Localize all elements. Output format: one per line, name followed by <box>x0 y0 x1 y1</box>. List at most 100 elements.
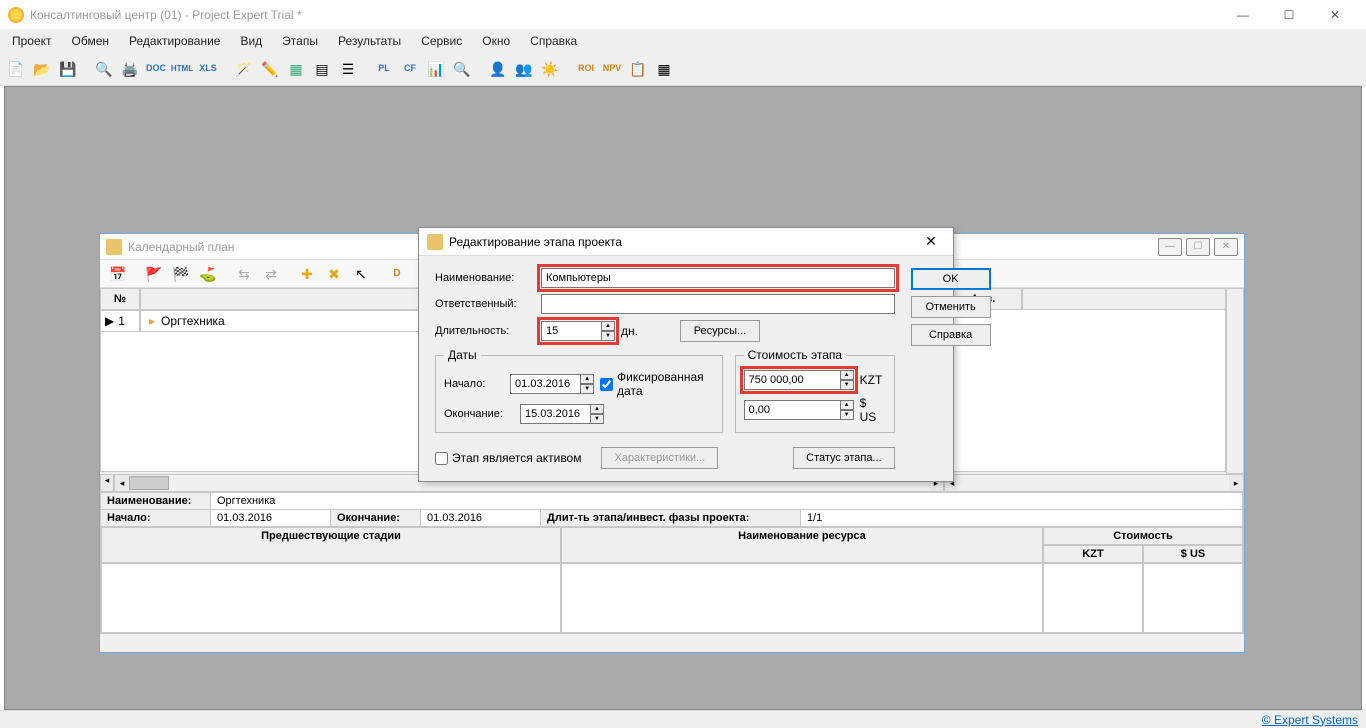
mdi-workspace: Календарный план — ☐ ✕ 📅 🚩 🏁 ⛳ ⇆ ⇄ ✚ ✖ ↖… <box>4 86 1362 710</box>
tb-print-icon[interactable]: 🖨️ <box>118 57 142 81</box>
end-input[interactable] <box>520 404 590 424</box>
window-maximize[interactable]: ☐ <box>1266 0 1312 30</box>
cost-kzt-input[interactable] <box>744 370 840 390</box>
tb-bs-icon[interactable]: 📊 <box>424 57 448 81</box>
name-label: Наименование: <box>435 272 535 284</box>
start-spinner[interactable]: ▲▼ <box>510 374 594 394</box>
det-name-label: Наименование: <box>101 493 211 509</box>
splitter-left[interactable]: ◂ <box>100 474 114 492</box>
usd-body[interactable] <box>1143 563 1243 633</box>
dialog-title: Редактирование этапа проекта <box>449 235 622 249</box>
ct-select-icon[interactable]: ↖ <box>349 262 373 286</box>
menu-results[interactable]: Результаты <box>330 32 409 50</box>
res-body[interactable] <box>561 563 1043 633</box>
spin-down-icon[interactable]: ▼ <box>601 331 615 341</box>
asset-box[interactable] <box>435 452 448 465</box>
calendar-icon <box>106 239 122 255</box>
app-titlebar: Консалтинговый центр (01) - Project Expe… <box>0 0 1366 30</box>
ct-flag2-icon[interactable]: 🏁 <box>169 262 193 286</box>
dur-spinner[interactable]: ▲▼ <box>541 321 615 341</box>
menu-window[interactable]: Окно <box>474 32 518 50</box>
menu-view[interactable]: Вид <box>232 32 270 50</box>
tb-search-icon[interactable]: 🔍 <box>92 57 116 81</box>
tb-block-icon[interactable]: ▦ <box>284 57 308 81</box>
menu-help[interactable]: Справка <box>522 32 585 50</box>
tb-roi-icon[interactable]: ROI <box>574 57 598 81</box>
dur-suffix: дн. <box>621 324 638 338</box>
window-close[interactable]: ✕ <box>1312 0 1358 30</box>
tb-grid-icon[interactable]: ▦ <box>652 57 676 81</box>
cost-fieldset: Стоимость этапа ▲▼ KZT <box>735 348 895 433</box>
tb-npv-icon[interactable]: NPV <box>600 57 624 81</box>
tb-edit-icon[interactable]: ✏️ <box>258 57 282 81</box>
tb-pl-icon[interactable]: PL <box>372 57 396 81</box>
dialog-titlebar[interactable]: Редактирование этапа проекта ✕ <box>419 228 953 256</box>
menu-stages[interactable]: Этапы <box>274 32 326 50</box>
dialog-close[interactable]: ✕ <box>917 233 945 250</box>
end-label: Окончание: <box>444 408 514 420</box>
tb-save-icon[interactable]: 💾 <box>56 57 80 81</box>
pred-body[interactable] <box>101 563 561 633</box>
asset-check[interactable]: Этап является активом <box>435 451 581 465</box>
tb-cf-icon[interactable]: CF <box>398 57 422 81</box>
ct-flag3-icon[interactable]: ⛳ <box>196 262 220 286</box>
ct-flag1-icon[interactable]: 🚩 <box>142 262 166 286</box>
resources-button[interactable]: Ресурсы... <box>680 320 760 342</box>
menu-exchange[interactable]: Обмен <box>64 32 118 50</box>
kzt-body[interactable] <box>1043 563 1143 633</box>
ct-link2-icon[interactable]: ⇄ <box>259 262 283 286</box>
help-button[interactable]: Справка <box>911 324 991 346</box>
child-minimize[interactable]: — <box>1158 238 1182 256</box>
row-marker: ▶1 <box>100 310 140 332</box>
tb-table-icon[interactable]: ▤ <box>310 57 334 81</box>
ct-cal-icon[interactable]: 📅 <box>106 262 130 286</box>
tb-html-icon[interactable]: HTML <box>170 57 194 81</box>
ct-d-icon[interactable]: D <box>385 262 409 286</box>
fixed-date-box[interactable] <box>600 378 613 391</box>
menu-service[interactable]: Сервис <box>413 32 470 50</box>
status-button[interactable]: Статус этапа... <box>793 447 894 469</box>
ct-link1-icon[interactable]: ⇆ <box>232 262 256 286</box>
cost-kzt-cur: KZT <box>860 373 883 387</box>
dialog-icon <box>427 234 443 250</box>
start-input[interactable] <box>510 374 580 394</box>
hscroll-right[interactable]: ◂▸ <box>944 474 1244 492</box>
ct-add-icon[interactable]: ✚ <box>295 262 319 286</box>
tb-doc-icon[interactable]: DOC <box>144 57 168 81</box>
tb-wizard-icon[interactable]: 🪄 <box>232 57 256 81</box>
ct-del-icon[interactable]: ✖ <box>322 262 346 286</box>
tb-zoom-icon[interactable]: 🔍 <box>450 57 474 81</box>
tb-sun-icon[interactable]: ☀️ <box>538 57 562 81</box>
col-predecessors: Предшествующие стадии <box>101 527 561 563</box>
cost-kzt-spinner[interactable]: ▲▼ <box>744 370 854 390</box>
tb-rows-icon[interactable]: ☰ <box>336 57 360 81</box>
ok-button[interactable]: OK <box>911 268 991 290</box>
tb-new-icon[interactable]: 📄 <box>4 57 28 81</box>
tb-clip-icon[interactable]: 📋 <box>626 57 650 81</box>
fixed-date-check[interactable]: Фиксированная дата <box>600 370 714 398</box>
cancel-button[interactable]: Отменить <box>911 296 991 318</box>
resp-input[interactable] <box>541 294 895 314</box>
tb-xls-icon[interactable]: XLS <box>196 57 220 81</box>
det-start-value: 01.03.2016 <box>211 510 331 526</box>
spin-up-icon[interactable]: ▲ <box>601 321 615 331</box>
cost-usd-spinner[interactable]: ▲▼ <box>744 400 854 420</box>
details-grid: Предшествующие стадии Наименование ресур… <box>101 527 1243 633</box>
window-minimize[interactable]: — <box>1220 0 1266 30</box>
cost-usd-input[interactable] <box>744 400 840 420</box>
edit-stage-dialog: Редактирование этапа проекта ✕ Наименова… <box>418 227 954 482</box>
tb-user1-icon[interactable]: 👤 <box>486 57 510 81</box>
tb-open-icon[interactable]: 📂 <box>30 57 54 81</box>
det-phase-label: Длит-ть этапа/инвест. фазы проекта: <box>541 510 801 526</box>
vscroll[interactable] <box>1226 288 1244 474</box>
end-spinner[interactable]: ▲▼ <box>520 404 604 424</box>
name-input[interactable] <box>541 268 895 288</box>
tb-user2-icon[interactable]: 👥 <box>512 57 536 81</box>
menu-project[interactable]: Проект <box>4 32 60 50</box>
child-maximize[interactable]: ☐ <box>1186 238 1210 256</box>
child-close[interactable]: ✕ <box>1214 238 1238 256</box>
dur-input[interactable] <box>541 321 601 341</box>
menu-edit[interactable]: Редактирование <box>121 32 228 50</box>
det-end-label: Окончание: <box>331 510 421 526</box>
copyright-link[interactable]: © Expert Systems <box>1262 713 1358 727</box>
